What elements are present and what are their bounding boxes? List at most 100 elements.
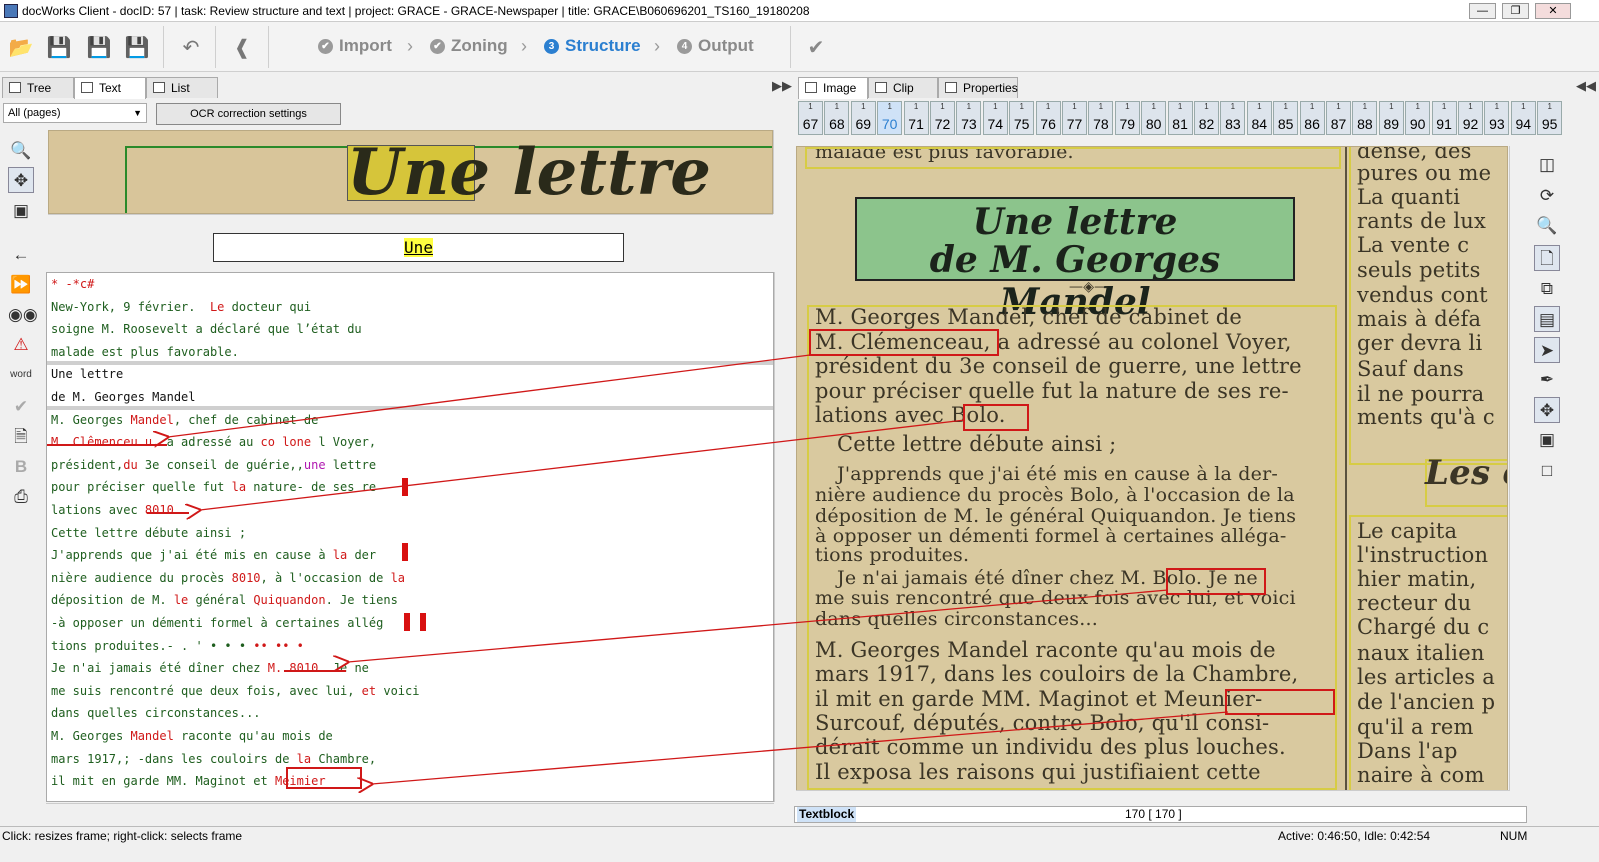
text-line[interactable]: M. Georges Mandel, chef de cabinet de	[51, 409, 318, 431]
page-thumb-82[interactable]: 1 82	[1194, 101, 1219, 135]
step-output[interactable]: 4 Output	[677, 36, 754, 56]
collapse-right-icon[interactable]: ▶▶	[772, 78, 792, 94]
zoom-in-icon[interactable]: 🔍	[8, 138, 34, 164]
page-image-view[interactable]: malade est plus favorable. Une lettre de…	[796, 146, 1508, 791]
restore-button[interactable]: ❐	[1502, 3, 1529, 19]
tab-clip[interactable]: Clip	[868, 77, 938, 98]
save-icon[interactable]: 💾	[46, 34, 72, 60]
page-thumb-79[interactable]: 1 79	[1114, 101, 1140, 135]
text-line[interactable]: Je n'ai jamais été dîner chez M. 8010. J…	[51, 657, 369, 679]
tab-image[interactable]: Image	[798, 77, 868, 99]
error-list-icon[interactable]: ⚠	[8, 332, 34, 358]
fit-frame-icon[interactable]: ▣	[8, 198, 34, 224]
zoom-out-icon[interactable]: 🔍	[1534, 213, 1560, 239]
undo-icon[interactable]: ↶	[178, 34, 204, 60]
page-thumb-77[interactable]: 1 77	[1062, 101, 1087, 135]
document-icon[interactable]: 🗎	[8, 424, 34, 450]
page-thumb-91[interactable]: 1 91	[1431, 101, 1457, 135]
page-thumb-89[interactable]: 1 89	[1378, 101, 1404, 135]
tab-text[interactable]: Text	[74, 77, 146, 99]
image-horizontal-scrollbar[interactable]	[796, 790, 1509, 806]
preview-horizontal-scrollbar[interactable]	[48, 214, 773, 230]
page-thumb-80[interactable]: 1 80	[1141, 101, 1167, 135]
blank-frame-icon[interactable]: □	[1534, 458, 1560, 484]
page-thumb-74[interactable]: 1 74	[982, 101, 1008, 135]
tab-properties[interactable]: Properties	[938, 77, 1018, 98]
rotate-icon[interactable]: ⟳	[1534, 183, 1560, 209]
page-thumb-68[interactable]: 1 68	[824, 101, 850, 135]
page-thumb-85[interactable]: 1 85	[1273, 101, 1299, 135]
text-line[interactable]: dans quelles circonstances...	[51, 702, 261, 724]
page-thumb-92[interactable]: 1 92	[1458, 101, 1483, 135]
print-icon[interactable]: ⎙	[8, 484, 34, 510]
next-error-icon[interactable]: ⏩	[8, 272, 34, 298]
fit-frame-icon[interactable]: ▣	[1534, 427, 1560, 453]
select-frame-icon[interactable]: ▤	[1534, 306, 1560, 332]
page-thumb-76[interactable]: 1 76	[1035, 101, 1061, 135]
page-thumb-71[interactable]: 1 71	[903, 101, 929, 135]
page-thumb-83[interactable]: 1 83	[1220, 101, 1246, 135]
editor-horizontal-scrollbar[interactable]	[46, 803, 774, 819]
copy-pages-icon[interactable]: ⧉	[1534, 276, 1560, 302]
tab-list[interactable]: List	[146, 77, 218, 98]
save-approve-icon[interactable]: 💾	[86, 34, 112, 60]
text-line[interactable]: malade est plus favorable.	[51, 341, 239, 363]
open-folder-icon[interactable]: 📂	[8, 34, 34, 60]
pointer-icon[interactable]: ➤	[1534, 337, 1560, 363]
bold-icon[interactable]: B	[8, 454, 34, 480]
text-line[interactable]: président,du 3e conseil de guérie,,une l…	[51, 454, 376, 476]
text-line[interactable]: déposition de M. le général Quiquandon. …	[51, 589, 398, 611]
two-pages-icon[interactable]: ◫	[1534, 152, 1560, 178]
text-line[interactable]: pour préciser quelle fut la nature- de s…	[51, 476, 376, 498]
ocr-text-editor[interactable]: * -*c# New-York, 9 février. Le docteur qu…	[46, 272, 774, 802]
tab-tree[interactable]: Tree	[2, 77, 74, 98]
page-thumb-86[interactable]: 1 86	[1299, 101, 1325, 135]
pan-icon[interactable]: ✥	[8, 167, 34, 193]
save-reject-icon[interactable]: 💾	[124, 34, 150, 60]
page-thumb-78[interactable]: 1 78	[1088, 101, 1114, 135]
page-thumb-84[interactable]: 1 84	[1246, 101, 1272, 135]
pan-icon[interactable]: ✥	[1534, 397, 1560, 423]
collapse-left-icon[interactable]: ◀◀	[1576, 78, 1596, 94]
text-line[interactable]: tions produites.- . ' • • • •• •• •	[51, 635, 304, 657]
page-thumb-81[interactable]: 1 81	[1167, 101, 1193, 135]
page-icon[interactable]: 🗋	[1534, 245, 1560, 271]
current-word-field[interactable]: Une	[213, 233, 624, 262]
text-line[interactable]: Cette lettre débute ainsi ;	[51, 522, 246, 544]
text-line[interactable]: -à opposer un démenti formel à certaines…	[51, 612, 383, 634]
step-structure[interactable]: 3 Structure	[544, 36, 641, 56]
preview-vertical-scrollbar[interactable]	[773, 130, 789, 214]
minimize-button[interactable]: —	[1469, 3, 1496, 19]
image-vertical-scrollbar[interactable]	[1509, 146, 1525, 791]
page-thumb-95[interactable]: 1 95	[1537, 101, 1563, 135]
text-line[interactable]: * -*c#	[51, 273, 94, 295]
check-circle-icon[interactable]: ✔	[8, 394, 34, 420]
editor-vertical-scrollbar[interactable]	[774, 272, 790, 802]
text-line[interactable]: Une lettre	[51, 363, 123, 385]
page-thumb-70[interactable]: 1 70	[877, 101, 903, 135]
finish-check-icon[interactable]: ✔	[803, 34, 829, 60]
text-line[interactable]: M. Georges Mandel raconte qu'au mois de	[51, 725, 333, 747]
text-line[interactable]: il mit en garde MM. Maginot et Meimier	[51, 770, 326, 792]
page-thumb-73[interactable]: 1 73	[956, 101, 982, 135]
close-button[interactable]: ✕	[1535, 3, 1571, 19]
draw-line-icon[interactable]: ✒	[1534, 367, 1560, 393]
binoculars-icon[interactable]: ◉◉	[8, 302, 38, 328]
arrow-back-icon[interactable]: ←	[8, 242, 34, 268]
text-line[interactable]: lations avec 8010.	[51, 499, 181, 521]
page-thumb-69[interactable]: 1 69	[850, 101, 876, 135]
page-thumb-93[interactable]: 1 93	[1484, 101, 1510, 135]
page-thumb-90[interactable]: 1 90	[1405, 101, 1431, 135]
text-line[interactable]: J'apprends que j'ai été mis en cause à l…	[51, 544, 376, 566]
text-line[interactable]: nière audience du procès 8010, à l'occas…	[51, 567, 405, 589]
page-thumb-72[interactable]: 1 72	[930, 101, 955, 135]
page-thumb-94[interactable]: 1 94	[1510, 101, 1536, 135]
text-line[interactable]: M. Clêmenceu u, a adressé au co lone l V…	[51, 431, 376, 453]
page-thumb-88[interactable]: 1 88	[1352, 101, 1378, 135]
step-import[interactable]: ✔ Import	[318, 36, 392, 56]
headline-zone[interactable]: Une lettre de M. Georges Mandel	[855, 197, 1295, 323]
step-zoning[interactable]: ✔ Zoning	[430, 36, 508, 56]
ocr-settings-button[interactable]: OCR correction settings	[156, 103, 341, 125]
text-line[interactable]: New-York, 9 février. Le docteur qui	[51, 296, 311, 318]
text-line[interactable]: me suis rencontré que deux fois, avec lu…	[51, 680, 419, 702]
